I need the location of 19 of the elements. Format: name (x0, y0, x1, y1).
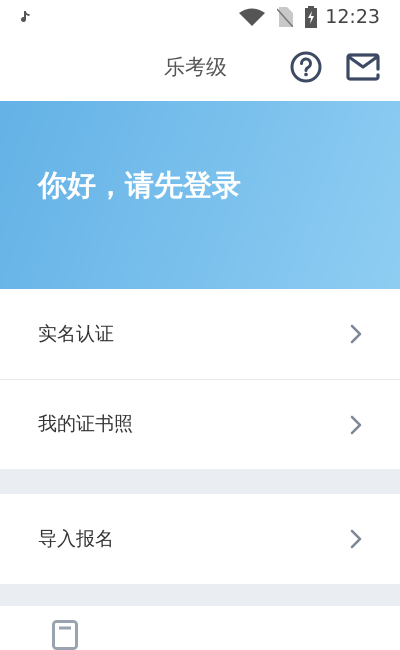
music-note-icon (20, 10, 32, 24)
wifi-icon (239, 8, 266, 26)
menu-label: 我的证书照 (38, 412, 134, 438)
chevron-icon (350, 324, 362, 344)
help-icon[interactable] (290, 51, 322, 84)
menu-label: 导入报名 (38, 526, 115, 552)
menu-item[interactable]: 我的证书照 (0, 379, 400, 469)
mail-icon[interactable] (346, 53, 380, 82)
no-sim-icon (277, 6, 294, 27)
menu-item[interactable]: 实名认证 (0, 289, 400, 379)
menu-label: 实名认证 (38, 322, 115, 347)
status-time: 12:23 (325, 4, 380, 30)
battery-icon (305, 6, 318, 28)
menu-item[interactable]: 导入报名 (0, 494, 400, 584)
login-prompt: 你好，请先登录 (38, 167, 241, 204)
chevron-icon (350, 414, 362, 434)
app-title: 乐考级 (164, 54, 227, 81)
document-icon[interactable] (52, 620, 78, 650)
chevron-icon (350, 529, 362, 549)
